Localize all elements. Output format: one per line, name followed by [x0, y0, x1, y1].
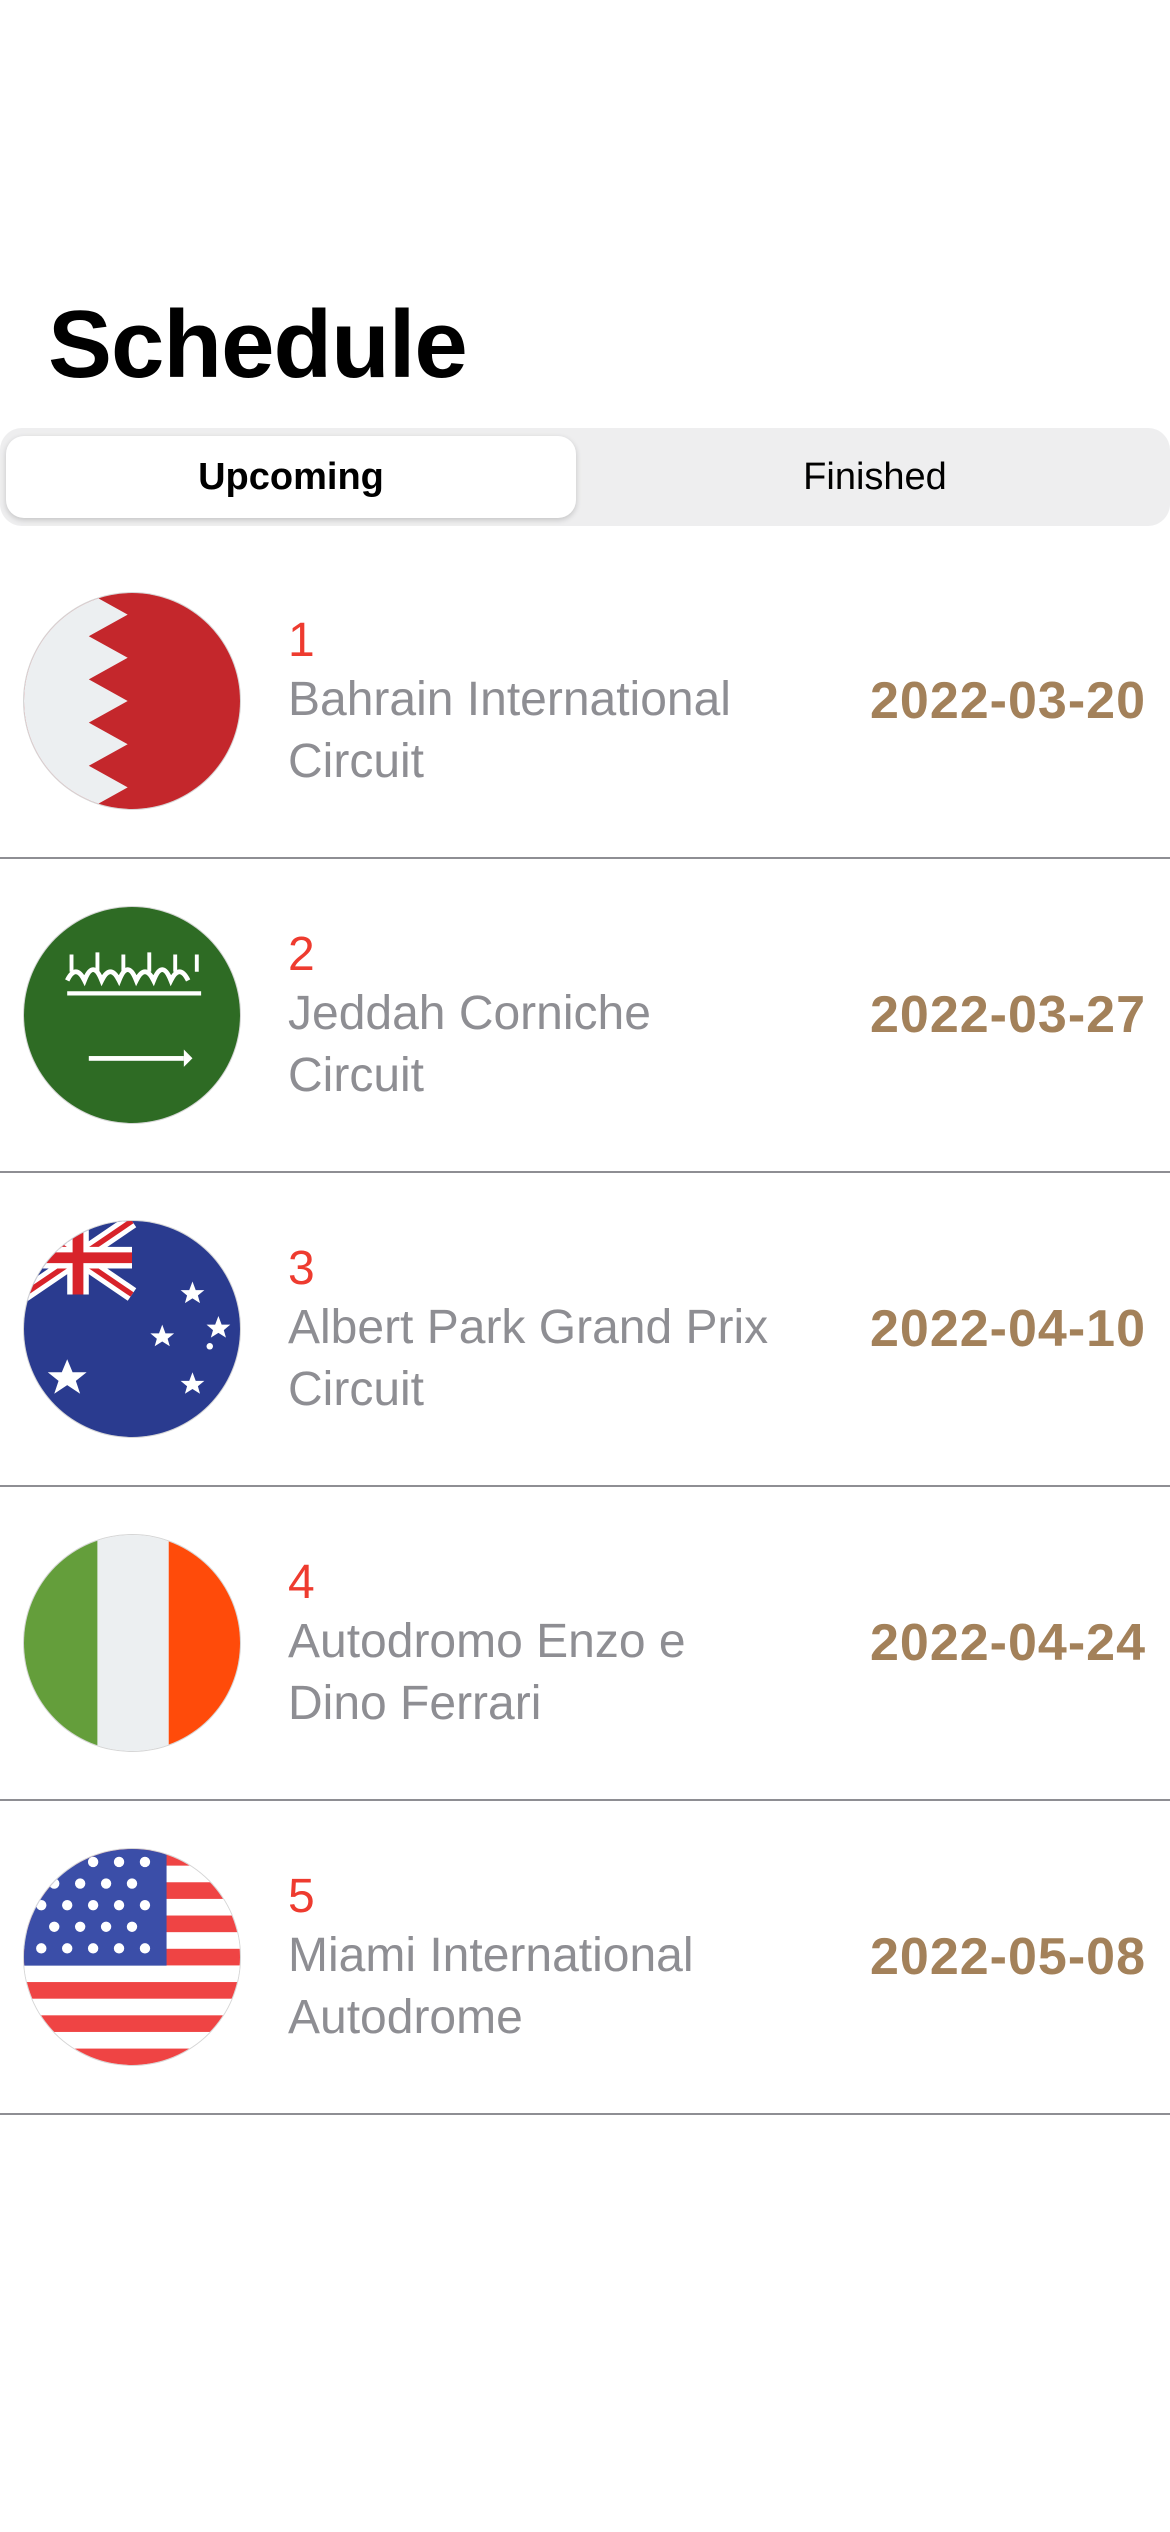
- race-date: 2022-03-20: [870, 672, 1146, 730]
- race-round: 5: [288, 1870, 315, 1923]
- segment-upcoming[interactable]: Upcoming: [6, 436, 576, 518]
- race-circuit: Jeddah Corniche Circuit: [288, 987, 651, 1102]
- race-round: 2: [288, 928, 315, 981]
- race-row[interactable]: 2 Jeddah Corniche Circuit 2022-03-27: [0, 859, 1170, 1173]
- race-circuit: Bahrain International Circuit: [288, 673, 731, 788]
- race-row[interactable]: 1 Bahrain International Circuit 2022-03-…: [0, 545, 1170, 859]
- race-circuit: Autodromo Enzo e Dino Ferrari: [288, 1615, 686, 1730]
- race-row[interactable]: 5 Miami International Autodrome 2022-05-…: [0, 1801, 1170, 2115]
- race-row[interactable]: 4 Autodromo Enzo e Dino Ferrari 2022-04-…: [0, 1487, 1170, 1801]
- race-date: 2022-05-08: [870, 1928, 1146, 1986]
- race-round: 1: [288, 614, 315, 667]
- saudi-arabia-flag-icon: [24, 907, 240, 1123]
- usa-flag-icon: [24, 1849, 240, 2065]
- race-round: 4: [288, 1556, 315, 1609]
- italy-flag-icon: [24, 1535, 240, 1751]
- page-title: Schedule: [48, 291, 468, 398]
- race-circuit: Albert Park Grand Prix Circuit: [288, 1301, 769, 1416]
- bahrain-flag-icon: [24, 593, 240, 809]
- segment-finished[interactable]: Finished: [590, 436, 1160, 518]
- race-row[interactable]: 3 Albert Park Grand Prix Circuit 2022-04…: [0, 1173, 1170, 1487]
- race-list: 1 Bahrain International Circuit 2022-03-…: [0, 545, 1170, 2115]
- race-date: 2022-03-27: [870, 986, 1146, 1044]
- race-date: 2022-04-10: [870, 1300, 1146, 1358]
- race-round: 3: [288, 1242, 315, 1295]
- race-date: 2022-04-24: [870, 1614, 1146, 1672]
- race-circuit: Miami International Autodrome: [288, 1929, 694, 2044]
- australia-flag-icon: [24, 1221, 240, 1437]
- schedule-segmented-control: Upcoming Finished: [0, 428, 1170, 526]
